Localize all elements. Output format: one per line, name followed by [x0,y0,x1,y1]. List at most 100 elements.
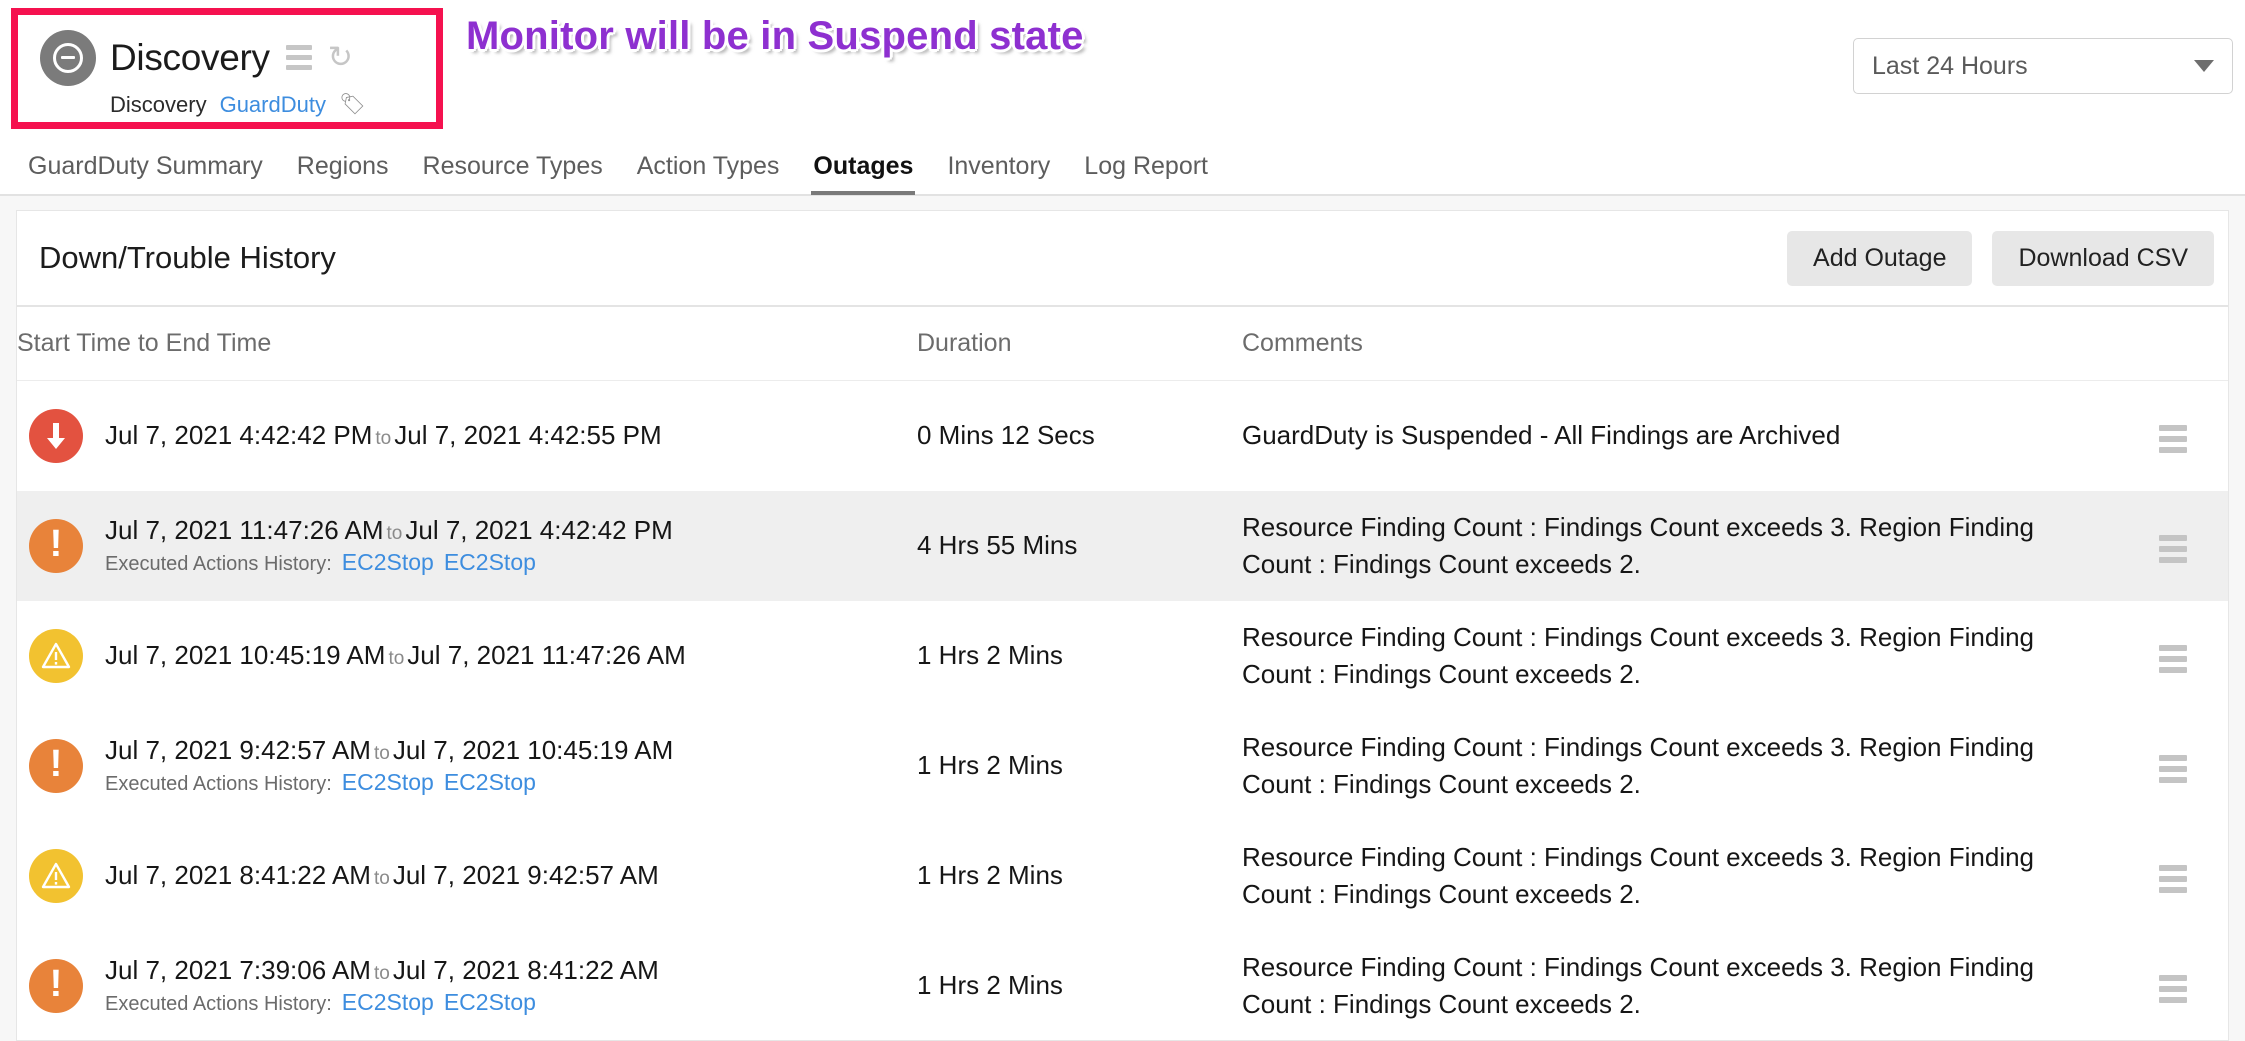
comment-value: Resource Finding Count : Findings Count … [1242,951,2035,1019]
executed-actions-label: Executed Actions History: [105,773,332,795]
comment-value: Resource Finding Count : Findings Count … [1242,511,2035,579]
start-time: Jul 7, 2021 7:39:06 AM [105,955,371,985]
action-link[interactable]: EC2Stop [342,989,434,1015]
start-time: Jul 7, 2021 8:41:22 AM [105,860,371,890]
cell-duration: 1 Hrs 2 Mins [917,821,1242,931]
outages-panel: Down/Trouble History Add Outage Download… [16,210,2229,1041]
time-wrapper: ! Jul 7, 2021 7:39:06 AM to Jul 7, 2021 8:4… [29,955,917,1016]
to-label: to [375,428,392,450]
cell-comment: Resource Finding Count : Findings Count … [1242,601,2118,711]
cell-row-menu [2118,601,2228,711]
time-range-text: Jul 7, 2021 8:41:22 AM to Jul 7, 2021 9:42… [105,860,659,891]
tab-guardduty-summary[interactable]: GuardDuty Summary [26,152,265,195]
minus-circle-icon [40,29,96,86]
add-outage-button[interactable]: Add Outage [1787,230,1973,286]
time-range-select[interactable]: Last 24 Hours [1853,38,2233,94]
row-menu-icon[interactable] [2159,425,2187,454]
nav-tabs: GuardDuty Summary Regions Resource Types… [0,138,2245,196]
time-text-column: Jul 7, 2021 7:39:06 AM to Jul 7, 2021 8:41… [105,955,659,1016]
time-text-column: Jul 7, 2021 9:42:57 AM to Jul 7, 2021 10:4… [105,735,673,796]
cell-time: Jul 7, 2021 8:41:22 AM to Jul 7, 2021 9:42… [17,821,917,931]
row-menu-icon[interactable] [2159,645,2187,673]
download-csv-button[interactable]: Download CSV [1992,230,2214,286]
cell-row-menu [2118,711,2228,821]
time-text-column: Jul 7, 2021 11:47:26 AM to Jul 7, 2021 4:4… [105,515,673,576]
cell-duration: 0 Mins 12 Secs [917,381,1242,491]
end-time: Jul 7, 2021 11:47:26 AM [407,640,686,670]
table-body: Jul 7, 2021 4:42:42 PM to Jul 7, 2021 4:42… [17,381,2228,1041]
tab-outages[interactable]: Outages [811,152,916,195]
start-time: Jul 7, 2021 4:42:42 PM [105,420,373,451]
row-menu-icon[interactable] [2159,865,2187,893]
table-row[interactable]: Jul 7, 2021 4:42:42 PM to Jul 7, 2021 4:42… [17,381,2228,491]
table-row[interactable]: ! Jul 7, 2021 11:47:26 AM to Jul 7, 2021 4:… [17,490,2228,601]
table-header: Start Time to End Time Duration Comments [17,307,2228,381]
table-row[interactable]: ! Jul 7, 2021 9:42:57 AM to Jul 7, 2021 10:… [17,711,2228,821]
tab-regions[interactable]: Regions [295,152,391,195]
row-menu-icon[interactable] [2159,535,2187,563]
action-link[interactable]: EC2Stop [342,769,434,795]
to-label: to [386,523,403,544]
start-time: Jul 7, 2021 11:47:26 AM [105,515,384,545]
monitor-subtype: Discovery [110,91,207,117]
end-time: Jul 7, 2021 8:41:22 AM [392,955,659,985]
chevron-down-icon [2194,60,2214,72]
table-row[interactable]: ! Jul 7, 2021 7:39:06 AM to Jul 7, 2021 8:4… [17,931,2228,1041]
cell-row-menu [2118,821,2228,931]
tab-resource-types[interactable]: Resource Types [421,152,605,195]
monitor-service-link[interactable]: GuardDuty [220,92,326,118]
monitor-title: Discovery [110,37,270,78]
tag-icon[interactable]: 🏷 [339,93,366,117]
outages-table: Start Time to End Time Duration Comments… [17,307,2228,1041]
row-menu-icon[interactable] [2159,755,2187,783]
tab-inventory[interactable]: Inventory [945,152,1052,195]
row-menu-icon[interactable] [2159,975,2187,1003]
page-title: Down/Trouble History [39,240,336,275]
table-row[interactable]: Jul 7, 2021 10:45:19 AM to Jul 7, 2021 11:… [17,601,2228,711]
time-wrapper: Jul 7, 2021 8:41:22 AM to Jul 7, 2021 9:42… [29,848,917,903]
cell-comment: Resource Finding Count : Findings Count … [1242,491,2118,601]
cell-row-menu [2118,381,2228,491]
time-wrapper: ! Jul 7, 2021 9:42:57 AM to Jul 7, 2021 10:… [29,735,917,796]
time-range-text: Jul 7, 2021 10:45:19 AM to Jul 7, 2021 11:… [105,640,686,671]
action-link[interactable]: EC2Stop [444,989,536,1015]
cell-comment: Resource Finding Count : Findings Count … [1242,711,2118,821]
monitor-identity: Discovery ↻ [32,29,436,86]
hamburger-icon[interactable] [285,45,312,70]
warning-triangle-icon [29,628,83,683]
refresh-icon[interactable]: ↻ [328,42,353,73]
page-root: Discovery ↻ Discovery GuardDuty 🏷 Monito… [0,0,2245,1041]
to-label: to [388,648,405,669]
executed-actions-history: Executed Actions History: EC2Stop EC2Stop [105,989,659,1016]
cell-duration: 4 Hrs 55 Mins [917,491,1242,601]
time-range-text: Jul 7, 2021 9:42:57 AM to Jul 7, 2021 10:4… [105,735,673,766]
executed-actions-label: Executed Actions History: [105,993,332,1015]
duration-value: 4 Hrs 55 Mins [917,530,1078,560]
start-time: Jul 7, 2021 9:42:57 AM [105,735,371,765]
to-label: to [373,743,390,764]
tab-action-types[interactable]: Action Types [635,152,782,195]
cell-row-menu [2118,931,2228,1041]
comment-value: GuardDuty is Suspended - All Findings ar… [1242,420,1841,451]
top-bar: Discovery ↻ Discovery GuardDuty 🏷 Monito… [0,0,2245,138]
start-time: Jul 7, 2021 10:45:19 AM [105,640,386,670]
tab-log-report[interactable]: Log Report [1082,152,1210,195]
action-link[interactable]: EC2Stop [444,769,536,795]
to-label: to [373,963,390,984]
column-header-duration: Duration [917,307,1242,381]
time-range-text: Jul 7, 2021 7:39:06 AM to Jul 7, 2021 8:41… [105,955,659,986]
executed-actions-history: Executed Actions History: EC2Stop EC2Stop [105,769,673,796]
monitor-meta: Discovery GuardDuty 🏷 [32,92,436,118]
time-wrapper: Jul 7, 2021 10:45:19 AM to Jul 7, 2021 11:… [29,628,917,683]
action-link[interactable]: EC2Stop [444,549,536,575]
table-row[interactable]: Jul 7, 2021 8:41:22 AM to Jul 7, 2021 9:42… [17,821,2228,931]
action-link[interactable]: EC2Stop [342,549,434,575]
time-range-text: Jul 7, 2021 11:47:26 AM to Jul 7, 2021 4:4… [105,515,673,546]
duration-value: 1 Hrs 2 Mins [917,750,1063,780]
time-wrapper: Jul 7, 2021 4:42:42 PM to Jul 7, 2021 4:42… [29,408,917,463]
comment-value: Resource Finding Count : Findings Count … [1242,841,2035,909]
time-text-column: Jul 7, 2021 8:41:22 AM to Jul 7, 2021 9:42… [105,860,659,891]
end-time: Jul 7, 2021 4:42:55 PM [394,420,662,451]
duration-value: 1 Hrs 2 Mins [917,970,1063,1000]
exclamation-icon: ! [29,738,83,793]
